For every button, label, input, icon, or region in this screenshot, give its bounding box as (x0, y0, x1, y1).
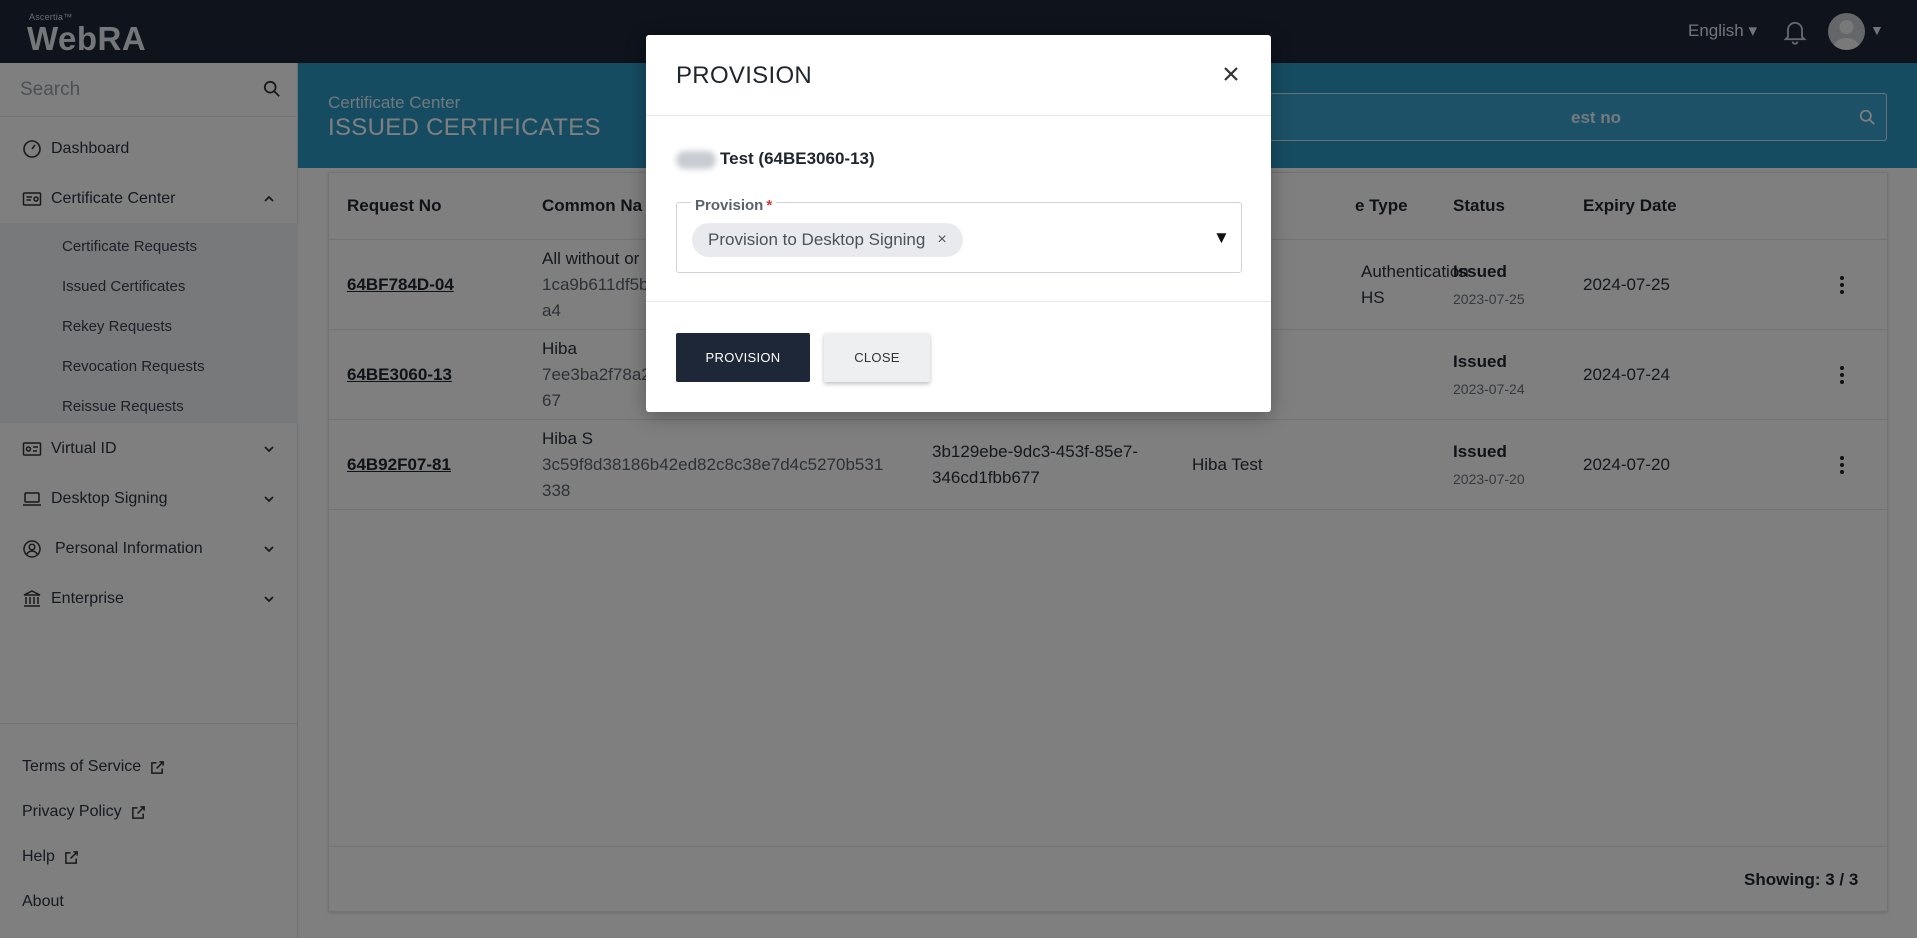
certificate-name: Test (64BE3060-13) (676, 149, 875, 169)
chip-label: Provision to Desktop Signing (708, 230, 926, 249)
provision-select[interactable]: Provision * Provision to Desktop Signing … (676, 197, 1242, 273)
certificate-name-text: Test (64BE3060-13) (720, 149, 875, 168)
selected-option-chip: Provision to Desktop Signing × (692, 223, 963, 257)
chip-remove-icon[interactable]: × (937, 231, 946, 249)
provision-button[interactable]: PROVISION (676, 333, 810, 382)
provision-dialog: PROVISION Test (64BE3060-13) Provision * … (646, 35, 1271, 412)
required-marker: * (766, 197, 773, 214)
provision-field-label: Provision * (691, 197, 777, 214)
dialog-header: PROVISION (646, 35, 1271, 116)
redacted-name (676, 150, 716, 169)
provision-label-text: Provision (695, 197, 764, 214)
dialog-title: PROVISION (676, 62, 813, 89)
close-icon[interactable] (1220, 63, 1242, 85)
dialog-divider (646, 301, 1271, 302)
dropdown-caret-icon[interactable]: ▼ (1213, 228, 1230, 248)
close-button[interactable]: CLOSE (824, 333, 930, 382)
